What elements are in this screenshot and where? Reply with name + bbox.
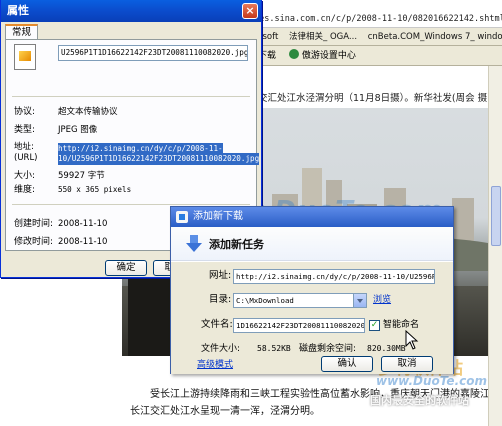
url-label: 网址: bbox=[209, 270, 232, 281]
type-value: JPEG 图像 bbox=[58, 125, 98, 135]
created-label: 创建时间: bbox=[14, 219, 54, 229]
tab-general[interactable]: 常规 bbox=[5, 24, 39, 40]
size-value: 59927 字节 bbox=[58, 171, 105, 181]
link-item[interactable]: 法律相关_ OGA... bbox=[289, 32, 357, 42]
protocol-label: 协议: bbox=[14, 107, 36, 117]
chevron-down-icon[interactable] bbox=[353, 294, 366, 307]
free-space-value: 820.30MB bbox=[367, 344, 406, 353]
cancel-button[interactable]: 取消 bbox=[381, 356, 433, 372]
browse-link[interactable]: 浏览 bbox=[373, 293, 391, 307]
directory-select[interactable]: C:\MxDownload bbox=[233, 293, 367, 308]
dimensions-label: 维度: bbox=[14, 185, 36, 195]
divider bbox=[12, 204, 250, 205]
jpeg-file-icon bbox=[14, 44, 36, 70]
dimensions-value: 550 x 365 pixels bbox=[58, 185, 132, 194]
address-label: 地址: (URL) bbox=[14, 142, 38, 163]
page-scrollbar[interactable] bbox=[488, 66, 502, 426]
dialog-body: 网址: http://i2.sinaimg.cn/dy/c/p/2008-11-… bbox=[171, 262, 453, 374]
address-value-line2[interactable]: 10/U2596P1T1D16622142F23DT20081110082020… bbox=[58, 153, 260, 165]
dialog-header: 添加新任务 bbox=[171, 227, 453, 261]
tab-row: 常规 bbox=[5, 24, 39, 40]
modified-label: 修改时间: bbox=[14, 237, 54, 247]
maxthon-icon bbox=[288, 49, 299, 59]
dialog-title: 添加新下载 bbox=[193, 211, 243, 222]
confirm-button[interactable]: 确认 bbox=[321, 356, 373, 372]
close-button[interactable]: × bbox=[242, 3, 258, 19]
divider bbox=[12, 96, 250, 97]
ok-button[interactable]: 确定 bbox=[105, 260, 147, 276]
modified-value: 2008-11-10 bbox=[58, 237, 108, 247]
protocol-value: 超文本传输协议 bbox=[58, 107, 118, 117]
filesize-value: 58.52KB bbox=[257, 344, 291, 353]
type-label: 类型: bbox=[14, 125, 36, 135]
file-name-field[interactable]: U2596P1T1D16622142F23DT20081110082020.jp… bbox=[58, 45, 248, 61]
scrollbar-thumb[interactable] bbox=[491, 186, 501, 246]
smart-naming-checkbox[interactable]: ✓ bbox=[369, 320, 380, 331]
advanced-mode-link[interactable]: 高级模式 bbox=[197, 358, 233, 372]
app-icon bbox=[176, 211, 188, 223]
dialog-heading: 添加新任务 bbox=[209, 238, 264, 251]
directory-value: C:\MxDownload bbox=[236, 296, 294, 305]
size-label: 大小: bbox=[14, 171, 36, 181]
watermark-brand-url: www.DuoTe.com bbox=[376, 374, 487, 388]
dialog-titlebar: 添加新下载 bbox=[171, 207, 453, 227]
links-bar: rosoft 法律相关_ OGA... cnBeta.COM_Windows 7… bbox=[250, 28, 502, 46]
link-item[interactable]: cnBeta.COM_Windows 7_ windows7... bbox=[368, 32, 502, 42]
url-input[interactable]: http://i2.sinaimg.cn/dy/c/p/2008-11-10/U… bbox=[233, 269, 435, 284]
tab-settings-center[interactable]: 傲游设置中心 bbox=[288, 46, 356, 65]
browser-tabs: 下载 傲游设置中心 bbox=[250, 46, 502, 66]
tab-label: 傲游设置中心 bbox=[301, 51, 356, 61]
watermark-brand-sub: 国内最安全的软件站 bbox=[370, 394, 469, 407]
directory-label: 目录: bbox=[209, 294, 232, 305]
created-value: 2008-11-10 bbox=[58, 219, 108, 229]
dialog-title: 属性 bbox=[1, 0, 261, 22]
photo-caption: 交汇处江水泾渭分明（11月8日摄）。新华社发(周会 摄) bbox=[258, 93, 491, 104]
filename-input[interactable]: 1D16622142F23DT20081110082020.jpg bbox=[233, 318, 365, 333]
filesize-label: 文件大小: bbox=[201, 344, 241, 354]
free-space-label: 磁盘剩余空间: bbox=[299, 344, 357, 354]
download-arrow-icon bbox=[186, 235, 202, 252]
address-bar[interactable]: ees.sina.com.cn/c/p/2008-11-10/082016622… bbox=[250, 10, 502, 28]
filename-label: 文件名: bbox=[201, 319, 233, 330]
mouse-cursor-icon bbox=[405, 330, 419, 350]
